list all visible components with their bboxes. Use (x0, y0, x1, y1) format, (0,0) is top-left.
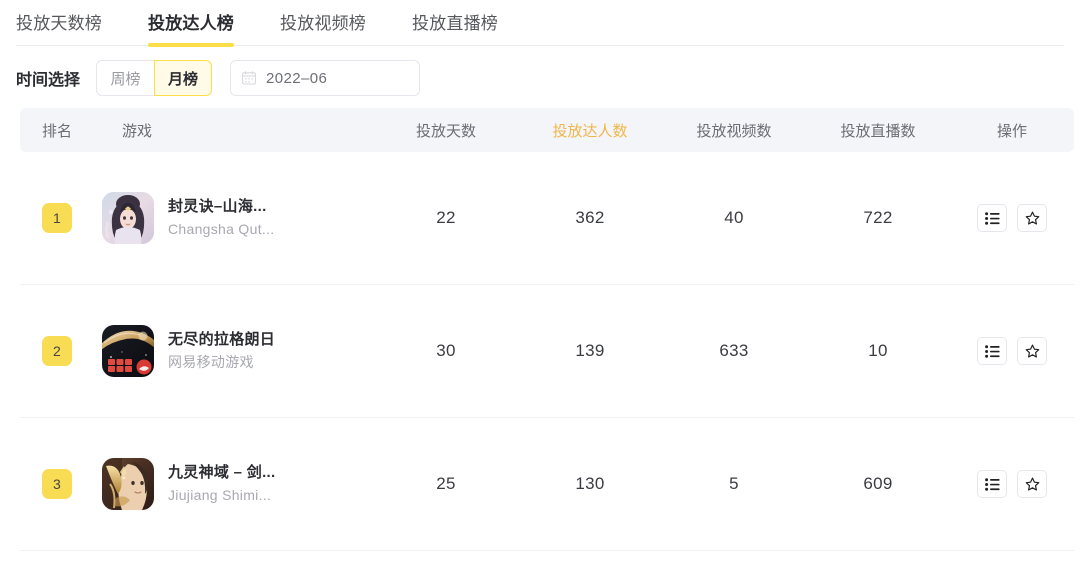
table-header: 排名 游戏 投放天数 投放达人数 投放视频数 投放直播数 操作 (20, 108, 1074, 152)
column-header-lives[interactable]: 投放直播数 (806, 108, 950, 152)
table-body: 1 (20, 152, 1074, 551)
row-actions (950, 337, 1074, 365)
game-meta: 九灵神域 – 剑... Jiujiang Shimi... (168, 463, 275, 506)
cell-game: 封灵诀–山海... Changsha Qut... (94, 152, 374, 285)
cell-actions (950, 418, 1074, 551)
period-week-button[interactable]: 周榜 (96, 60, 154, 96)
star-icon (1025, 344, 1040, 359)
game-icon-jiulingshenyu (102, 458, 154, 510)
game-name: 九灵神域 – 剑... (168, 463, 275, 483)
list-icon (985, 478, 1000, 491)
rank-badge: 3 (42, 469, 72, 499)
cell-lives: 10 (806, 285, 950, 418)
table-row[interactable]: 2 (20, 285, 1074, 418)
column-header-game[interactable]: 游戏 (94, 108, 374, 152)
detail-button[interactable] (977, 470, 1007, 498)
column-header-actions: 操作 (950, 108, 1074, 152)
game-name: 封灵诀–山海... (168, 197, 274, 217)
date-value: 2022–06 (266, 70, 327, 87)
ranking-tab-bar: 投放天数榜 投放达人榜 投放视频榜 投放直播榜 (0, 0, 1080, 46)
column-header-days[interactable]: 投放天数 (374, 108, 518, 152)
star-icon (1025, 477, 1040, 492)
tab-label: 投放直播榜 (412, 14, 498, 33)
detail-button[interactable] (977, 204, 1007, 232)
game-developer: Changsha Qut... (168, 219, 274, 239)
period-month-label: 月榜 (168, 68, 198, 89)
list-icon (985, 212, 1000, 225)
column-header-videos[interactable]: 投放视频数 (662, 108, 806, 152)
list-icon (985, 345, 1000, 358)
game-developer: Jiujiang Shimi... (168, 485, 275, 505)
ranking-table: 排名 游戏 投放天数 投放达人数 投放视频数 投放直播数 操作 1 (20, 108, 1074, 551)
period-month-button[interactable]: 月榜 (154, 60, 212, 96)
game-info[interactable]: 九灵神域 – 剑... Jiujiang Shimi... (94, 458, 374, 510)
cell-days: 30 (374, 285, 518, 418)
cell-rank: 3 (20, 418, 94, 551)
cell-lives: 609 (806, 418, 950, 551)
cell-game: 九灵神域 – 剑... Jiujiang Shimi... (94, 418, 374, 551)
game-name: 无尽的拉格朗日 (168, 330, 275, 350)
cell-talents: 130 (518, 418, 662, 551)
favorite-button[interactable] (1017, 337, 1047, 365)
period-week-label: 周榜 (111, 68, 141, 89)
game-developer: 网易移动游戏 (168, 352, 275, 372)
tab-投放天数榜[interactable]: 投放天数榜 (16, 0, 102, 47)
favorite-button[interactable] (1017, 204, 1047, 232)
column-header-rank[interactable]: 排名 (20, 108, 94, 152)
cell-videos: 633 (662, 285, 806, 418)
row-actions (950, 204, 1074, 232)
cell-game: 无尽的拉格朗日 网易移动游戏 (94, 285, 374, 418)
filter-bar: 时间选择 周榜 月榜 (0, 46, 1080, 108)
tab-投放视频榜[interactable]: 投放视频榜 (280, 0, 366, 47)
date-picker[interactable]: 2022–06 (230, 60, 420, 96)
game-info[interactable]: 封灵诀–山海... Changsha Qut... (94, 192, 374, 244)
game-icon-fenglingjue (102, 192, 154, 244)
cell-lives: 722 (806, 152, 950, 285)
cell-days: 22 (374, 152, 518, 285)
detail-button[interactable] (977, 337, 1007, 365)
table-row[interactable]: 3 (20, 418, 1074, 551)
cell-rank: 2 (20, 285, 94, 418)
cell-actions (950, 152, 1074, 285)
cell-rank: 1 (20, 152, 94, 285)
cell-videos: 5 (662, 418, 806, 551)
tab-label: 投放视频榜 (280, 14, 366, 33)
time-filter-label: 时间选择 (16, 66, 80, 90)
favorite-button[interactable] (1017, 470, 1047, 498)
rank-badge: 1 (42, 203, 72, 233)
tab-投放直播榜[interactable]: 投放直播榜 (412, 0, 498, 47)
cell-days: 25 (374, 418, 518, 551)
table-header-row: 排名 游戏 投放天数 投放达人数 投放视频数 投放直播数 操作 (20, 108, 1074, 152)
ranking-table-container: 排名 游戏 投放天数 投放达人数 投放视频数 投放直播数 操作 1 (0, 108, 1080, 551)
cell-videos: 40 (662, 152, 806, 285)
cell-talents: 362 (518, 152, 662, 285)
cell-actions (950, 285, 1074, 418)
tab-label: 投放达人榜 (148, 14, 234, 33)
game-meta: 无尽的拉格朗日 网易移动游戏 (168, 330, 275, 373)
game-meta: 封灵诀–山海... Changsha Qut... (168, 197, 274, 240)
calendar-icon (242, 71, 256, 85)
column-header-talents[interactable]: 投放达人数 (518, 108, 662, 152)
tab-投放达人榜[interactable]: 投放达人榜 (148, 0, 234, 47)
game-icon-lagrange (102, 325, 154, 377)
table-row[interactable]: 1 (20, 152, 1074, 285)
ranking-page: 投放天数榜 投放达人榜 投放视频榜 投放直播榜 时间选择 周榜 月榜 (0, 0, 1080, 568)
tab-label: 投放天数榜 (16, 14, 102, 33)
rank-badge: 2 (42, 336, 72, 366)
period-toggle-group: 周榜 月榜 (96, 60, 212, 96)
row-actions (950, 470, 1074, 498)
game-info[interactable]: 无尽的拉格朗日 网易移动游戏 (94, 325, 374, 377)
star-icon (1025, 211, 1040, 226)
cell-talents: 139 (518, 285, 662, 418)
